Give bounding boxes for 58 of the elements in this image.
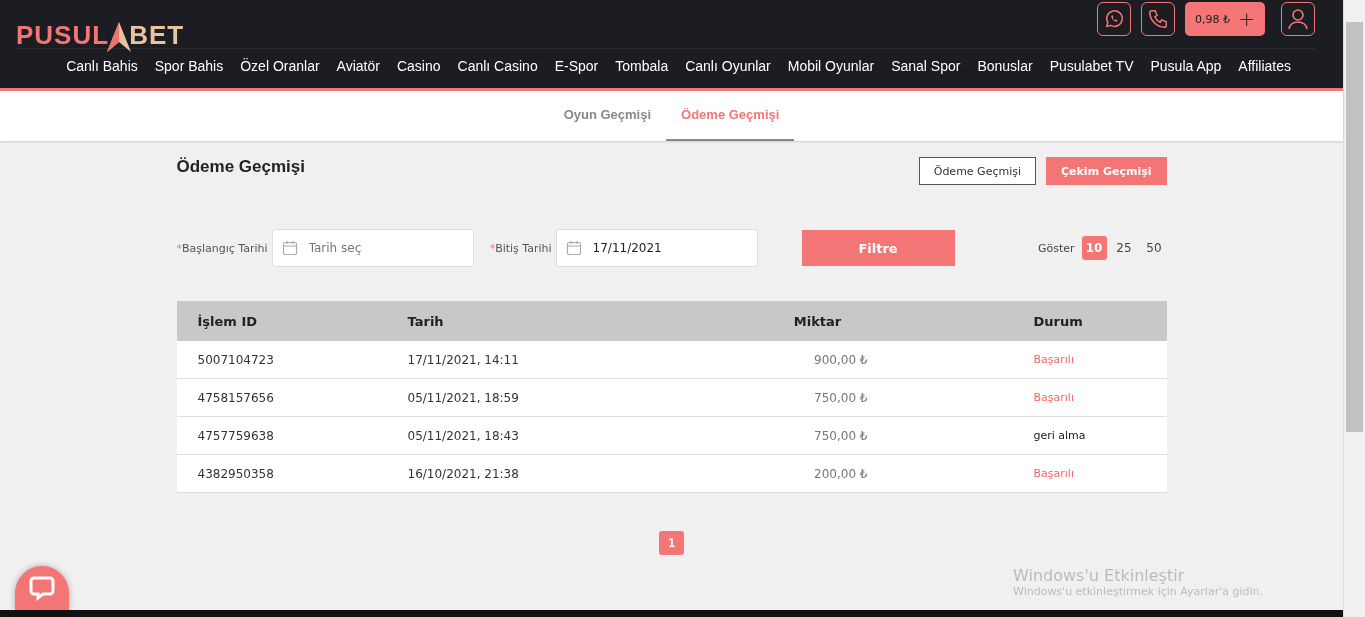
nav-link[interactable]: Pusulabet TV <box>1049 58 1134 74</box>
nav-link[interactable]: Spor Bahis <box>154 58 224 74</box>
table-cell-text: 750,00 ₺ <box>813 428 868 443</box>
table-cell-text: 4758157656 <box>197 390 275 405</box>
table-cell-text: 05/11/2021, 18:43 <box>407 428 520 443</box>
table-cell-text: 4757759638 <box>197 428 275 443</box>
page-size-option[interactable]: 25 <box>1111 236 1137 260</box>
user-icon <box>1286 7 1310 31</box>
table-cell-text: 750,00 ₺ <box>813 390 868 405</box>
column-header: İşlem ID <box>197 313 259 329</box>
table-cell-text: 900,00 ₺ <box>813 352 868 367</box>
column-header: Tarih <box>407 313 445 329</box>
nav-link[interactable]: Pusula App <box>1150 58 1222 74</box>
nav-link[interactable]: Canlı Bahis <box>66 58 138 74</box>
phone-button[interactable] <box>1141 2 1175 36</box>
nav-link[interactable]: Canlı Oyunlar <box>685 58 771 74</box>
balance-button[interactable]: 0,98 ₺ + <box>1185 2 1265 36</box>
chat-button[interactable] <box>15 566 69 610</box>
date-field[interactable]: 17/11/2021 <box>555 229 758 267</box>
table-cell-text: 4382950358 <box>197 466 275 481</box>
status-text: geri alma <box>1033 429 1086 442</box>
logo-text[interactable]: PUSUL <box>16 22 110 48</box>
nav-link[interactable]: Casino <box>396 58 441 74</box>
column-header: Durum <box>1033 313 1083 329</box>
whatsapp-icon <box>1103 8 1125 30</box>
status-text: Başarılı <box>1033 391 1074 404</box>
whatsapp-button[interactable] <box>1097 2 1131 36</box>
compass-triangle-icon <box>107 22 132 52</box>
date-field[interactable]: Tarih seç <box>271 229 474 267</box>
tab[interactable]: Oyun Geçmişi <box>548 91 667 141</box>
nav-link[interactable]: Özel Oranlar <box>240 58 320 74</box>
page-size-option[interactable]: 50 <box>1141 236 1167 260</box>
nav-link[interactable]: Bonuslar <box>977 58 1033 74</box>
history-type-button[interactable]: Ödeme Geçmişi <box>918 157 1036 185</box>
field-label: *Bitiş Tarihi <box>489 241 552 255</box>
page-size-label: Göster <box>1037 241 1075 255</box>
table-cell-text: 16/10/2021, 21:38 <box>407 466 520 481</box>
status-text: Başarılı <box>1033 467 1074 480</box>
nav-link[interactable]: Affiliates <box>1238 58 1291 74</box>
nav-link[interactable]: Tombala <box>615 58 669 74</box>
table-cell-text: 17/11/2021, 14:11 <box>407 352 520 367</box>
table-cell-text: 200,00 ₺ <box>813 466 868 481</box>
nav-link[interactable]: Sanal Spor <box>891 58 961 74</box>
chat-bubble-icon <box>28 574 56 602</box>
field-label: *Başlangıç Tarihi <box>176 241 268 255</box>
nav-link[interactable]: Mobil Oyunlar <box>787 58 875 74</box>
phone-icon <box>1147 8 1169 30</box>
status-text: Başarılı <box>1033 353 1074 366</box>
user-button[interactable] <box>1281 2 1315 36</box>
nav-link[interactable]: E-Spor <box>554 58 599 74</box>
nav-link[interactable]: Canlı Casino <box>457 58 538 74</box>
scrollbar[interactable] <box>1343 0 1365 617</box>
column-header: Miktar <box>792 313 843 329</box>
page-title: Ödeme Geçmişi <box>176 157 305 177</box>
logo-text[interactable]: BET <box>129 22 185 48</box>
nav-link[interactable]: Aviatör <box>336 58 380 74</box>
table-cell-text: 05/11/2021, 18:59 <box>407 390 520 405</box>
table-cell-text: 5007104723 <box>197 352 275 367</box>
